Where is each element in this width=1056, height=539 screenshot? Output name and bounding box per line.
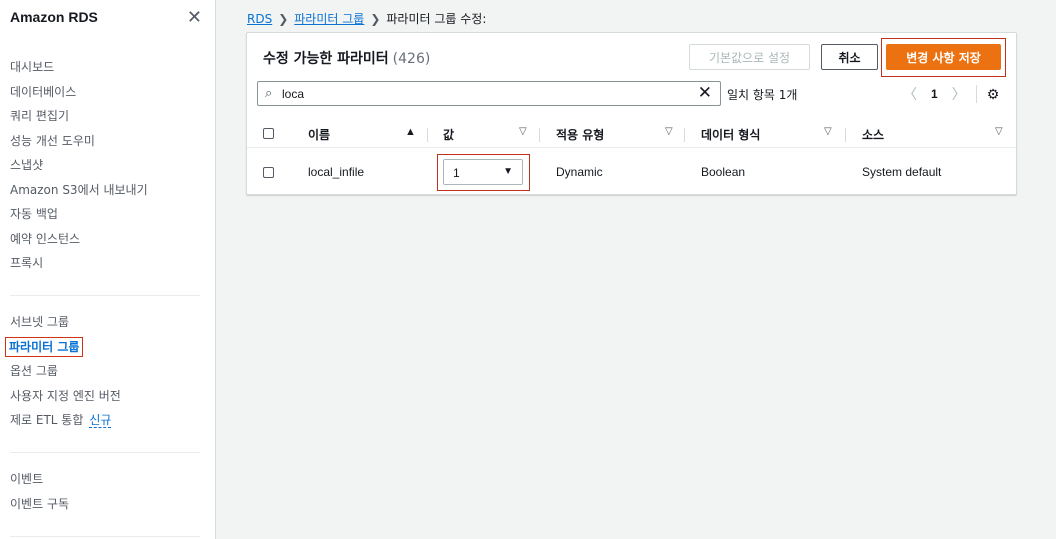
value-select[interactable]: 1 ▼ [443,159,523,185]
cell-apply-type: Dynamic [556,165,603,179]
match-count: 일치 항목 1개 [727,88,798,102]
sidebar-title: Amazon RDS [10,9,98,25]
prev-page-icon[interactable]: 〈 [903,84,917,104]
sidebar-divider [10,536,200,537]
new-badge: 신규 [89,413,112,428]
search-value: loca [282,87,305,101]
breadcrumb-parameter-groups[interactable]: 파라미터 그룹 [294,12,364,26]
sidebar-item-snapshots[interactable]: 스냅샷 [10,153,148,178]
breadcrumb-current: 파라미터 그룹 수정: [386,12,487,26]
close-icon[interactable]: ✕ [187,7,202,28]
row-checkbox[interactable] [263,167,274,178]
column-header-name[interactable]: 이름 [308,126,330,143]
pager-divider [975,85,977,103]
sort-icon[interactable]: ▽ [824,126,832,137]
sidebar-item-parameter-groups[interactable]: 파라미터 그룹 [5,335,121,360]
chevron-right-icon: ❯ [278,12,289,26]
breadcrumb-rds[interactable]: RDS [247,12,272,26]
table-header: 이름 ▲ 값 ▽ 적용 유형 ▽ 데이터 형식 ▽ 소스 ▽ [247,120,1016,148]
column-divider [845,128,846,142]
cell-source: System default [862,165,942,179]
sidebar: Amazon RDS ✕ 대시보드 데이터베이스 쿼리 편집기 성능 개선 도우… [0,0,216,539]
reset-to-default-button[interactable]: 기본값으로 설정 [689,44,810,70]
sidebar-item-zero-etl[interactable]: 제로 ETL 통합 신규 [10,408,121,433]
sidebar-item-exports-s3[interactable]: Amazon S3에서 내보내기 [10,178,148,203]
sidebar-item-event-subscriptions[interactable]: 이벤트 구독 [10,492,69,517]
sidebar-group-config: 서브넷 그룹 파라미터 그룹 옵션 그룹 사용자 지정 엔진 버전 제로 ETL… [5,310,121,433]
breadcrumb: RDS ❯ 파라미터 그룹 ❯ 파라미터 그룹 수정: [247,10,486,27]
column-header-data-type[interactable]: 데이터 형식 [701,126,760,143]
cancel-button[interactable]: 취소 [821,44,878,70]
column-header-apply-type[interactable]: 적용 유형 [556,126,604,143]
column-header-source[interactable]: 소스 [862,126,884,143]
sidebar-group-events: 이벤트 이벤트 구독 [10,467,69,516]
cell-data-type: Boolean [701,165,746,179]
table-row: local_infile 1 ▼ Dynamic Boolean System … [247,151,1016,193]
active-item-highlight: 파라미터 그룹 [5,336,84,357]
sidebar-item-subnet-groups[interactable]: 서브넷 그룹 [10,310,121,335]
sort-ascending-icon[interactable]: ▲ [405,126,416,138]
sort-icon[interactable]: ▽ [995,126,1003,137]
chevron-right-icon: ❯ [370,12,381,26]
save-changes-button[interactable]: 변경 사항 저장 [886,44,1001,70]
sidebar-item-reserved-instances[interactable]: 예약 인스턴스 [10,227,148,252]
sidebar-item-zero-etl-label: 제로 ETL 통합 [10,413,84,427]
column-divider [684,128,685,142]
gear-icon[interactable]: ⚙ [987,86,1000,103]
sidebar-divider [10,452,200,453]
sidebar-item-option-groups[interactable]: 옵션 그룹 [10,359,121,384]
parameter-count: (426) [392,51,431,67]
column-divider [427,128,428,142]
search-icon: ⌕ [265,85,273,100]
cell-name: local_infile [308,165,365,179]
page-number[interactable]: 1 [931,87,938,101]
sidebar-header: Amazon RDS ✕ [10,7,202,29]
sidebar-item-query-editor[interactable]: 쿼리 편집기 [10,104,148,129]
pagination: 〈 1 〉 ⚙ [903,84,999,104]
sidebar-divider [10,295,200,296]
next-page-icon[interactable]: 〉 [952,84,966,104]
sort-icon[interactable]: ▽ [519,126,527,137]
sidebar-group-main: 대시보드 데이터베이스 쿼리 편집기 성능 개선 도우미 스냅샷 Amazon … [10,55,148,276]
caret-down-icon: ▼ [503,166,513,177]
sidebar-item-dashboard[interactable]: 대시보드 [10,55,148,80]
sidebar-item-performance-insights[interactable]: 성능 개선 도우미 [10,129,148,154]
sidebar-item-events[interactable]: 이벤트 [10,467,69,492]
panel-title-text: 수정 가능한 파라미터 [263,51,389,67]
clear-icon[interactable]: ✕ [698,83,712,103]
sort-icon[interactable]: ▽ [665,126,673,137]
sidebar-item-proxies[interactable]: 프록시 [10,251,148,276]
value-select-current: 1 [453,166,460,180]
sidebar-item-custom-engine-versions[interactable]: 사용자 지정 엔진 버전 [10,384,121,409]
editable-parameters-panel: 수정 가능한 파라미터 (426) 기본값으로 설정 취소 변경 사항 저장 ⌕ … [246,32,1017,195]
select-all-checkbox[interactable] [263,128,274,139]
sidebar-item-databases[interactable]: 데이터베이스 [10,80,148,105]
sidebar-item-automated-backups[interactable]: 자동 백업 [10,202,148,227]
column-divider [539,128,540,142]
column-header-value[interactable]: 값 [443,126,454,143]
panel-title: 수정 가능한 파라미터 (426) [263,48,430,68]
search-input[interactable]: ⌕ loca ✕ [257,81,721,106]
